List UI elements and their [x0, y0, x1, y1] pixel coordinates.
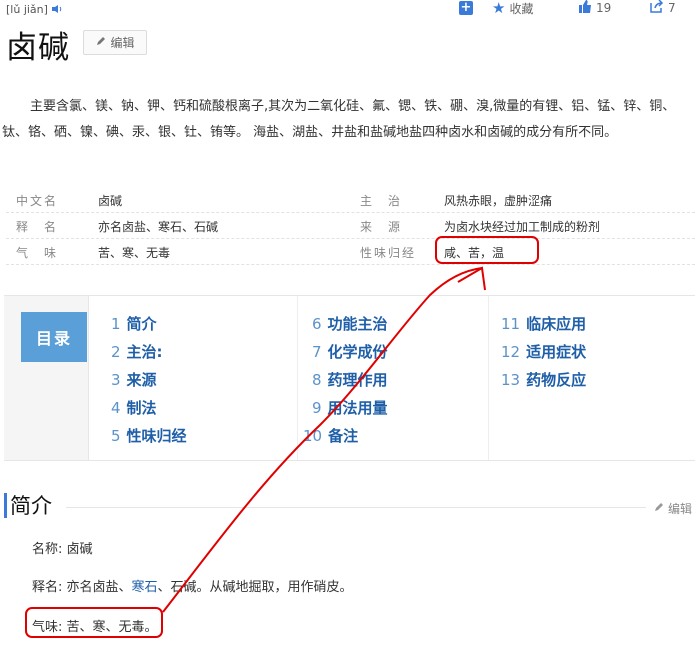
- plus-icon: +: [459, 0, 473, 15]
- info-label: 释 名: [16, 220, 59, 234]
- toc-label: 主治:: [126, 343, 163, 361]
- toc-label: 药物反应: [526, 371, 587, 389]
- collect-label: 收藏: [509, 1, 534, 16]
- info-table: 中文名 卤碱 主 治 风热赤眼，虚肿涩痛 释 名 亦名卤盐、寒石、石碱 来 源 …: [6, 187, 695, 265]
- toc-item[interactable]: 3 来源: [111, 369, 157, 390]
- toc-num: 13: [501, 371, 521, 389]
- toc-num: 8: [312, 371, 322, 389]
- share-count: 7: [668, 1, 676, 15]
- star-icon: ★: [492, 0, 506, 17]
- edit-button-label: 编辑: [110, 36, 135, 50]
- toc-item[interactable]: 9 用法用量: [312, 397, 388, 418]
- toc-column: 11 临床应用 12 适用症状 13 药物反应: [488, 296, 697, 460]
- toc-num: 10: [303, 427, 323, 445]
- info-value: 咸、苦，温: [444, 246, 505, 260]
- toc-label: 药理作用: [327, 371, 388, 389]
- name-line: 名称: 卤碱: [32, 542, 93, 557]
- info-value: 苦、寒、无毒: [98, 246, 171, 260]
- toc-column: 1 简介 2 主治: 3 来源 4 制法 5 性味归经: [89, 296, 296, 460]
- toc-label: 化学成份: [327, 343, 388, 361]
- pinyin: [lǔ jiǎn]: [6, 3, 63, 16]
- toc-item[interactable]: 2 主治:: [111, 341, 163, 362]
- info-value: 亦名卤盐、寒石、石碱: [98, 220, 219, 234]
- toc-num: 3: [111, 371, 121, 389]
- toc-item[interactable]: 7 化学成份: [312, 341, 388, 362]
- pencil-icon: [653, 501, 665, 516]
- share-icon: [650, 0, 664, 17]
- toc-item[interactable]: 8 药理作用: [312, 369, 388, 390]
- toc-num: 1: [111, 315, 121, 333]
- section-edit-label: 编辑: [668, 502, 693, 516]
- toc-num: 5: [111, 427, 121, 445]
- info-label: 来 源: [360, 220, 403, 234]
- toc-label: 功能主治: [327, 315, 388, 333]
- table-of-contents: 目录 1 简介 2 主治: 3 来源 4 制法 5 性味归经 6 功能主治 7 化学成份 8药…: [4, 295, 696, 461]
- toc-item[interactable]: 10 备注: [303, 425, 358, 446]
- toc-item[interactable]: 13 药物反应: [501, 369, 586, 390]
- toc-num: 11: [501, 315, 521, 333]
- toc-label: 来源: [126, 371, 157, 389]
- summary-paragraph: 主要含氯、镁、钠、钾、钙和硫酸根离子,其次为二氧化硅、氟、锶、铁、硼、溴,微量的…: [2, 99, 676, 140]
- arrow-head-icon: [457, 266, 486, 291]
- toc-columns: 1 简介 2 主治: 3 来源 4 制法 5 性味归经 6 功能主治 7 化学成份 8 药理作用…: [88, 296, 696, 460]
- alias-prefix: 释名: 亦名卤盐、: [32, 580, 132, 595]
- toc-num: 7: [312, 343, 322, 361]
- toc-label: 简介: [126, 315, 157, 333]
- toc-label: 制法: [126, 399, 157, 417]
- toc-label: 备注: [328, 427, 359, 445]
- info-label: 主 治: [360, 194, 403, 208]
- info-value: 为卤水块经过加工制成的粉剂: [444, 220, 601, 234]
- alias-link[interactable]: 寒石: [132, 580, 158, 595]
- toc-item[interactable]: 11 临床应用: [501, 313, 586, 334]
- toc-num: 2: [111, 343, 121, 361]
- info-label: 气 味: [16, 246, 59, 260]
- like-count: 19: [596, 1, 612, 15]
- collect-button[interactable]: ★ 收藏: [492, 0, 534, 17]
- toc-item[interactable]: 6 功能主治: [312, 313, 388, 334]
- toc-column: 6 功能主治 7 化学成份 8 药理作用 9 用法用量 10 备注: [297, 296, 488, 460]
- pencil-icon: [95, 35, 107, 50]
- pinyin-text: [lǔ jiǎn]: [6, 3, 48, 16]
- section-divider: [66, 507, 646, 508]
- toc-num: 4: [111, 399, 121, 417]
- info-value: 卤碱: [98, 194, 123, 208]
- section-accent-bar: [4, 493, 7, 518]
- add-button[interactable]: +: [459, 0, 473, 16]
- toc-item[interactable]: 5 性味归经: [111, 425, 187, 446]
- toc-tag: 目录: [21, 312, 87, 362]
- action-bar: + ★ 收藏 19 7: [456, 0, 697, 18]
- alias-suffix: 、石碱。从碱地掘取，用作硝皮。: [157, 580, 353, 595]
- toc-label: 临床应用: [526, 315, 587, 333]
- section-title: 简介: [10, 494, 52, 518]
- like-button[interactable]: 19: [578, 0, 611, 16]
- toc-label: 性味归经: [126, 427, 187, 445]
- page-title: 卤碱: [6, 30, 70, 66]
- toc-num: 6: [312, 315, 322, 333]
- thumbs-up-icon: [578, 0, 592, 17]
- share-button[interactable]: 7: [650, 0, 676, 16]
- info-row: 气 味 苦、寒、无毒 性味归经 咸、苦，温: [6, 239, 695, 265]
- edit-button[interactable]: 编辑: [83, 30, 147, 55]
- info-row: 中文名 卤碱 主 治 风热赤眼，虚肿涩痛: [6, 187, 695, 213]
- info-label: 中文名: [16, 194, 59, 208]
- toc-item[interactable]: 4 制法: [111, 397, 157, 418]
- alias-line: 释名: 亦名卤盐、寒石、石碱。从碱地掘取，用作硝皮。: [32, 576, 353, 595]
- info-label: 性味归经: [360, 246, 417, 260]
- toc-num: 9: [312, 399, 322, 417]
- toc-label: 用法用量: [327, 399, 388, 417]
- toc-item[interactable]: 1 简介: [111, 313, 157, 334]
- info-row: 释 名 亦名卤盐、寒石、石碱 来 源 为卤水块经过加工制成的粉剂: [6, 213, 695, 239]
- toc-label: 适用症状: [526, 343, 587, 361]
- section-edit-button[interactable]: 编辑: [653, 500, 692, 517]
- info-value: 风热赤眼，虚肿涩痛: [444, 194, 553, 208]
- toc-num: 12: [501, 343, 521, 361]
- taste-line: 气味: 苦、寒、无毒。: [32, 620, 158, 635]
- toc-item[interactable]: 12 适用症状: [501, 341, 586, 362]
- speaker-icon[interactable]: [51, 4, 63, 14]
